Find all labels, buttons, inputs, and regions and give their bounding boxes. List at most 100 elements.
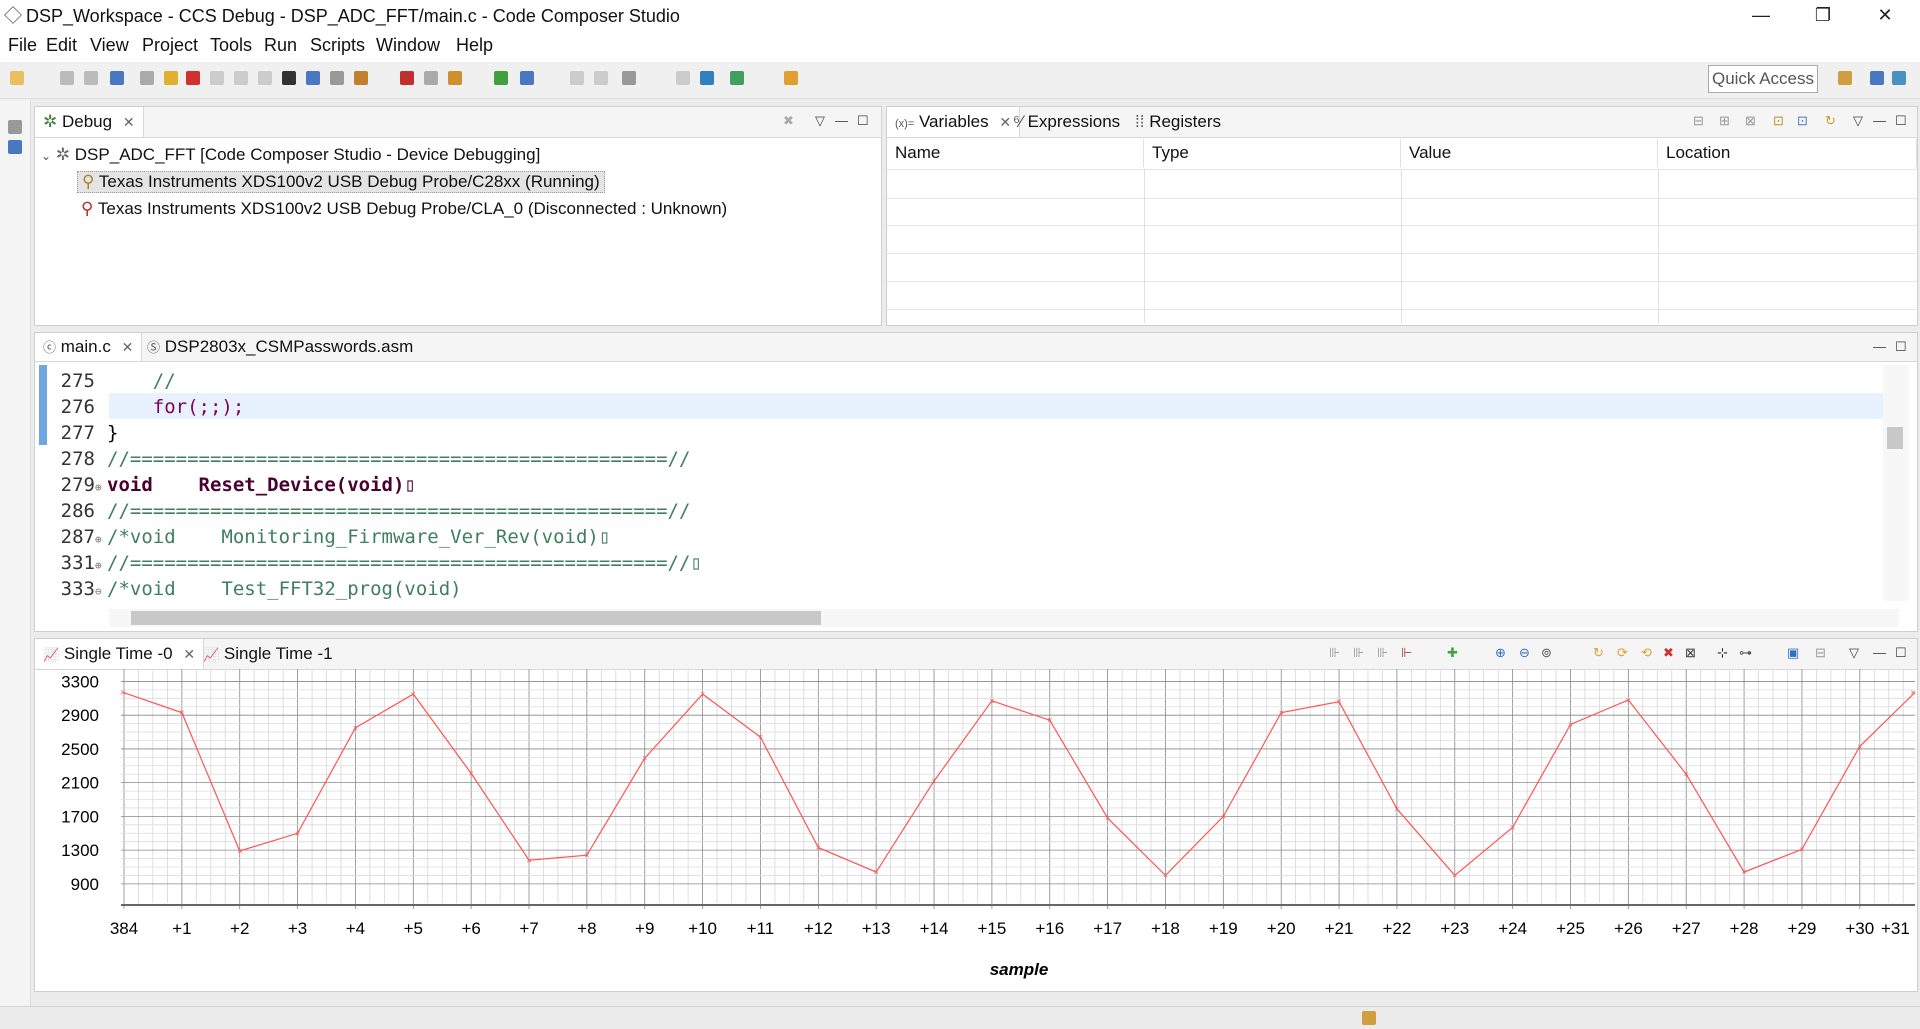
close-icon[interactable]: ✕ bbox=[122, 339, 134, 355]
cursor-icon[interactable]: ⊩ bbox=[1401, 645, 1412, 661]
tree-item-c28xx[interactable]: ⚲ Texas Instruments XDS100v2 USB Debug P… bbox=[77, 171, 605, 193]
tab-registers[interactable]: ⁞⁞ Registers bbox=[1127, 107, 1229, 137]
zoom-out-icon[interactable]: ⊖ bbox=[1519, 645, 1530, 661]
breakpoint-icon[interactable] bbox=[400, 71, 414, 85]
data-point[interactable]: × bbox=[353, 723, 358, 733]
reset-icon[interactable] bbox=[330, 71, 344, 85]
zoom-in-icon[interactable]: ⊕ bbox=[1495, 645, 1506, 661]
maximize-icon[interactable]: ☐ bbox=[857, 113, 869, 129]
data-point[interactable]: × bbox=[1684, 769, 1689, 779]
save-all-icon[interactable] bbox=[84, 71, 98, 85]
auto-refresh-icon[interactable]: ⟲ bbox=[1641, 645, 1652, 661]
connect-icon[interactable] bbox=[306, 71, 320, 85]
data-point[interactable]: × bbox=[1857, 741, 1862, 751]
minimize-icon[interactable]: — bbox=[1873, 339, 1886, 354]
code-line[interactable]: 286 //===================================… bbox=[35, 498, 691, 524]
data-point[interactable]: × bbox=[237, 846, 242, 856]
data-point[interactable]: × bbox=[295, 828, 300, 838]
minimize-icon[interactable]: — bbox=[1873, 645, 1886, 660]
view-menu-icon[interactable]: ▽ bbox=[1853, 113, 1863, 129]
settings-icon[interactable]: ⊟ bbox=[1815, 645, 1826, 661]
refresh-icon[interactable]: ↻ bbox=[1593, 645, 1604, 661]
binoculars-icon[interactable]: ⊹ bbox=[1717, 645, 1728, 661]
new-expression-icon[interactable]: ⊡ bbox=[1773, 113, 1784, 129]
data-point[interactable]: × bbox=[700, 689, 705, 699]
search-icon[interactable] bbox=[700, 71, 714, 85]
table-row[interactable] bbox=[887, 281, 1917, 310]
data-point[interactable]: × bbox=[1336, 697, 1341, 707]
data-point[interactable]: × bbox=[642, 753, 647, 763]
properties-icon[interactable]: ⊶ bbox=[1739, 645, 1752, 661]
export-icon[interactable]: ⊡ bbox=[1797, 113, 1808, 129]
table-row[interactable] bbox=[887, 197, 1917, 226]
code-area[interactable]: 275 // 276 for(;;); 277} 278 //==========… bbox=[35, 365, 1880, 601]
progress-icon[interactable] bbox=[1362, 1011, 1376, 1025]
column-type[interactable]: Type bbox=[1144, 139, 1401, 167]
view-menu-icon[interactable]: ▽ bbox=[815, 113, 825, 129]
step-into-icon[interactable] bbox=[210, 71, 224, 85]
maximize-icon[interactable]: ☐ bbox=[1895, 339, 1907, 355]
maximize-icon[interactable]: ☐ bbox=[1895, 113, 1907, 129]
time-graph-chart[interactable]: 3300 2900 2500 2100 1700 1300 900 384 +1 +2 +3 +4 +… bbox=[35, 669, 1915, 989]
menu-project[interactable]: Project bbox=[142, 35, 198, 56]
vertical-scrollbar[interactable] bbox=[1883, 365, 1909, 601]
ccs-edit-perspective-icon[interactable] bbox=[1870, 71, 1884, 85]
table-row[interactable] bbox=[887, 253, 1917, 282]
select-all-icon[interactable]: ⊞ bbox=[1719, 113, 1730, 129]
column-location[interactable]: Location bbox=[1658, 139, 1917, 167]
forward-icon[interactable] bbox=[594, 71, 608, 85]
data-point[interactable]: × bbox=[1452, 870, 1457, 880]
close-icon[interactable]: ✕ bbox=[183, 646, 195, 662]
export-icon[interactable]: ⊠ bbox=[1685, 645, 1696, 661]
data-point[interactable]: × bbox=[874, 867, 879, 877]
suspend-icon[interactable] bbox=[164, 71, 178, 85]
build-icon[interactable] bbox=[494, 71, 508, 85]
close-button[interactable]: ✕ bbox=[1854, 0, 1916, 32]
step-return-icon[interactable] bbox=[258, 71, 272, 85]
refresh-icon[interactable]: ↻ bbox=[1825, 113, 1836, 129]
data-point[interactable]: × bbox=[816, 843, 821, 853]
menu-file[interactable]: File bbox=[8, 35, 37, 56]
data-point[interactable]: × bbox=[469, 768, 474, 778]
menu-help[interactable]: Help bbox=[456, 35, 493, 56]
tab-debug[interactable]: ✲ Debug ✕ bbox=[35, 107, 144, 137]
collapse-all-icon[interactable]: ⊟ bbox=[1693, 113, 1704, 129]
step-over-icon[interactable] bbox=[234, 71, 248, 85]
data-point[interactable]: × bbox=[1626, 695, 1631, 705]
code-line[interactable]: 287⊕/*void Monitoring_Firmware_Ver_Rev(v… bbox=[35, 524, 611, 550]
quick-access-field[interactable]: Quick Access bbox=[1708, 65, 1818, 93]
terminate-icon[interactable] bbox=[186, 71, 200, 85]
view-icon[interactable] bbox=[676, 71, 690, 85]
minimize-button[interactable]: — bbox=[1730, 0, 1792, 32]
view-menu-icon[interactable]: ▽ bbox=[1849, 645, 1859, 661]
data-point[interactable]: × bbox=[1105, 813, 1110, 823]
minimize-icon[interactable]: — bbox=[835, 113, 848, 128]
gear-icon[interactable] bbox=[730, 71, 744, 85]
remove-terminated-icon[interactable]: ✖ bbox=[783, 113, 794, 129]
add-measurement-icon[interactable]: ✚ bbox=[1447, 645, 1458, 661]
data-point[interactable]: × bbox=[1799, 844, 1804, 854]
align-icon[interactable]: ⊪ bbox=[1377, 645, 1388, 661]
scrollbar-thumb[interactable] bbox=[1887, 427, 1903, 449]
restart-icon[interactable] bbox=[354, 71, 368, 85]
legend-icon[interactable]: ▣ bbox=[1787, 645, 1799, 661]
data-point[interactable]: × bbox=[411, 689, 416, 699]
fold-marker[interactable]: ⊖ bbox=[95, 579, 107, 601]
debug-icon[interactable] bbox=[110, 71, 124, 85]
code-line[interactable]: 333⊖/*void Test_FFT32_prog(void) bbox=[35, 576, 462, 601]
load-program-icon[interactable] bbox=[448, 71, 462, 85]
menu-scripts[interactable]: Scripts bbox=[310, 35, 365, 56]
code-line[interactable]: 276 for(;;); bbox=[35, 394, 245, 420]
open-perspective-icon[interactable] bbox=[1838, 71, 1852, 85]
tab-expressions[interactable]: ⁶⁄ Expressions bbox=[1005, 107, 1128, 137]
maximize-icon[interactable]: ☐ bbox=[1895, 645, 1907, 661]
align-icon[interactable]: ⊪ bbox=[1353, 645, 1364, 661]
table-row[interactable] bbox=[887, 169, 1917, 199]
data-point[interactable]: × bbox=[179, 708, 184, 718]
data-point[interactable]: × bbox=[1221, 811, 1226, 821]
chevron-down-icon[interactable]: ⌄ bbox=[41, 149, 51, 163]
tab-main-c[interactable]: ⓒ main.c ✕ bbox=[35, 333, 143, 361]
data-point[interactable]: × bbox=[120, 687, 125, 697]
data-point[interactable]: × bbox=[1394, 804, 1399, 814]
column-name[interactable]: Name bbox=[887, 139, 1144, 167]
